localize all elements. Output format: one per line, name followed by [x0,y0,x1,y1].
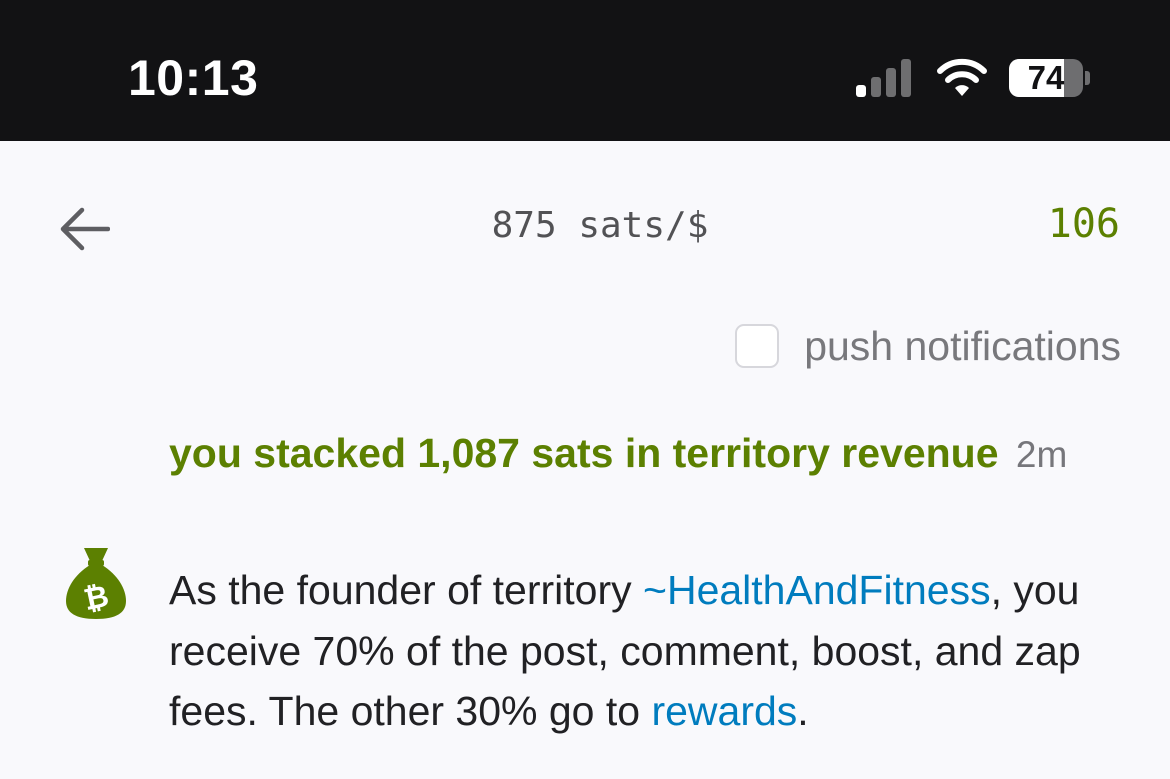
status-bar: 10:13 74 [0,0,1170,141]
notification-body: As the founder of territory ~HealthAndFi… [169,560,1129,742]
battery-indicator: 74 [1009,59,1090,97]
notification-title[interactable]: you stacked 1,087 sats in territory reve… [169,426,1129,482]
battery-level: 74 [1027,59,1065,96]
push-notifications-checkbox[interactable] [735,324,780,368]
battery-icon: 74 [1009,59,1083,97]
rewards-link[interactable]: rewards [651,688,797,734]
push-notifications-label[interactable]: push notifications [804,320,1121,372]
price-ticker[interactable]: 875 sats/$ [360,204,840,248]
wifi-icon [937,58,987,96]
status-time: 10:13 [128,50,259,106]
notification-body-text-1: As the founder of territory [169,567,644,613]
push-notifications-toggle[interactable]: push notifications [735,320,1121,372]
notification-title-text[interactable]: you stacked 1,087 sats in territory reve… [169,430,999,476]
wallet-balance[interactable]: 106 [1048,200,1120,248]
cellular-signal-icon [856,59,911,97]
battery-tip [1085,71,1090,85]
territory-link[interactable]: ~HealthAndFitness [643,567,991,613]
money-bag-bitcoin-icon: ₿ [66,548,126,619]
notification-body-text-3: . [797,688,809,734]
notification-time[interactable]: 2m [1016,434,1067,475]
back-arrow-icon[interactable] [58,206,110,252]
